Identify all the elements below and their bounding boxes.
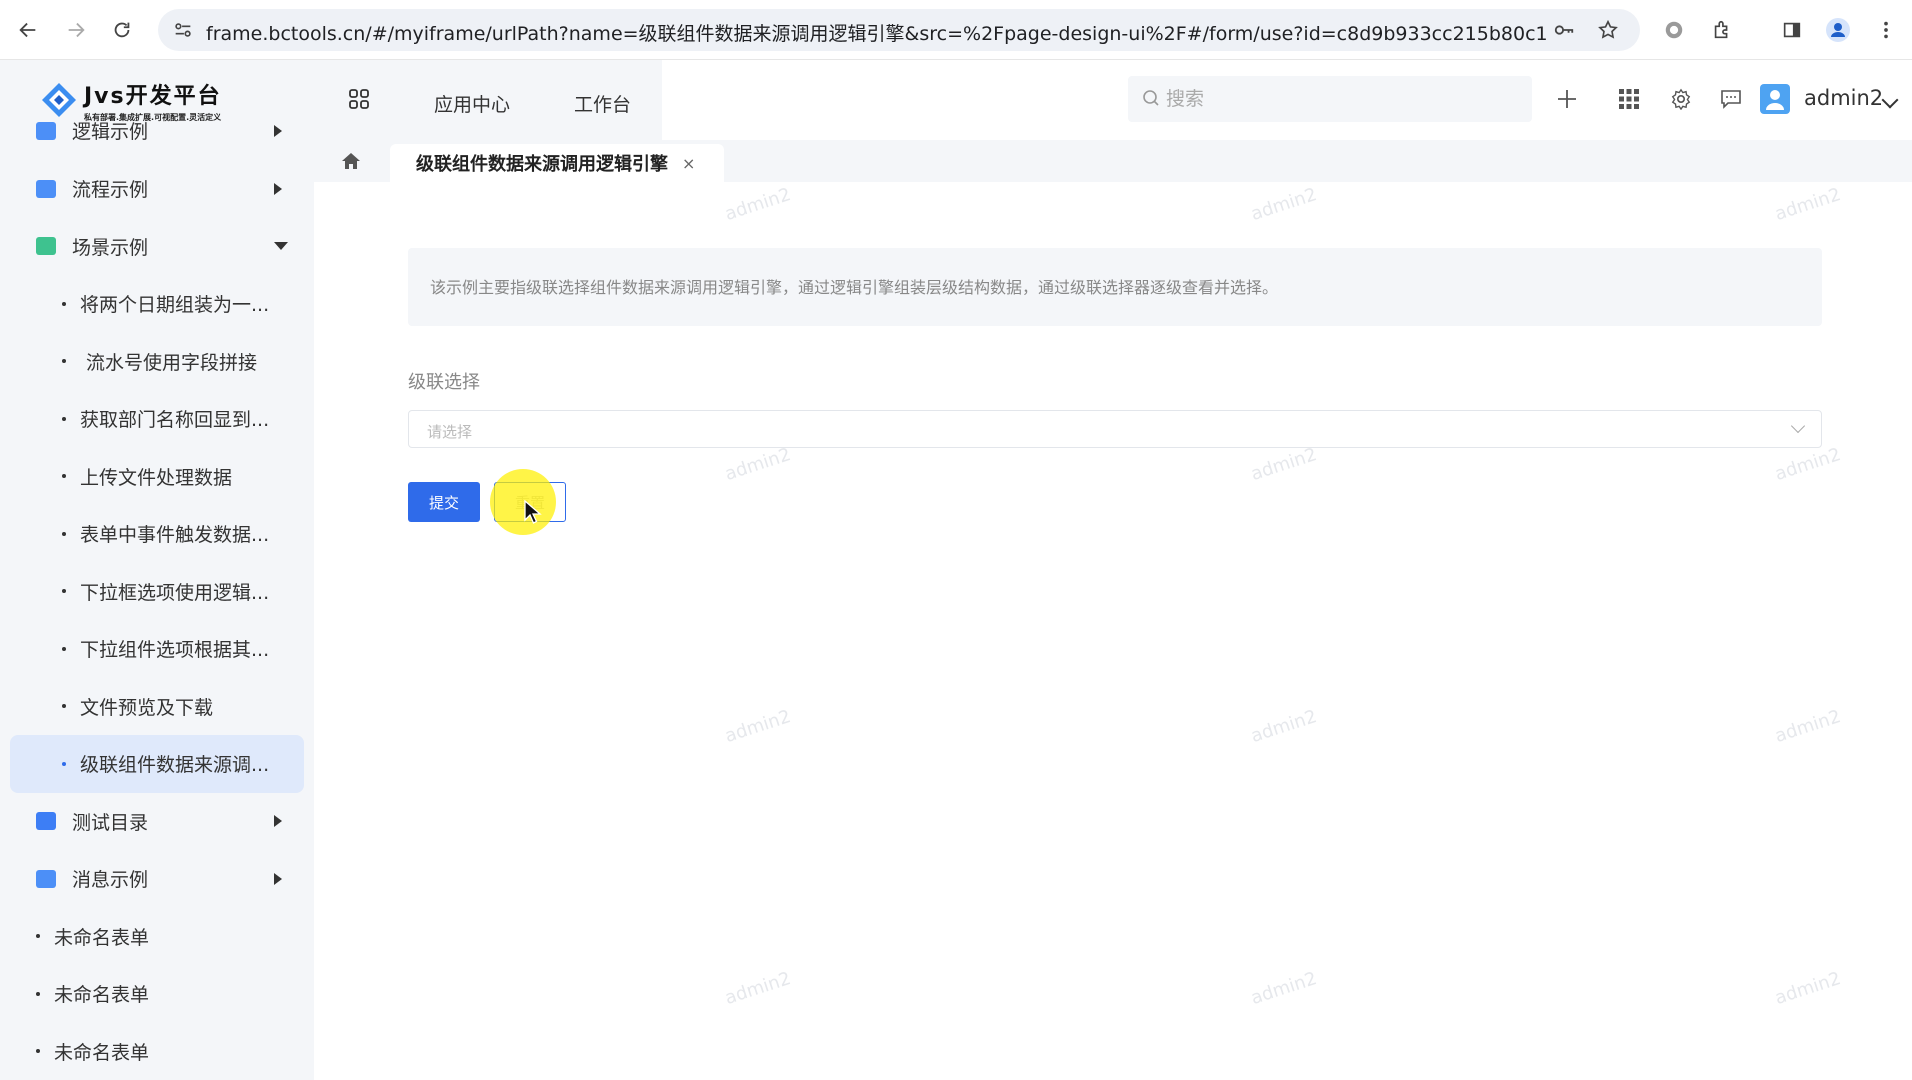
sidebar-subitem[interactable]: 下拉框选项使用逻辑... — [0, 563, 314, 621]
back-arrow-icon[interactable] — [12, 14, 44, 46]
watermark: admin2 — [722, 968, 794, 1009]
url-text: frame.bctools.cn/#/myiframe/urlPath?name… — [206, 23, 1546, 45]
record-icon[interactable] — [1658, 14, 1690, 46]
nav-app-center[interactable]: 应用中心 — [434, 90, 510, 117]
sidebar-subitem[interactable]: 表单中事件触发数据... — [0, 505, 314, 563]
sidebar-item-process-examples[interactable]: 流程示例 — [0, 160, 314, 218]
home-icon — [342, 153, 360, 169]
chevron-down-icon[interactable] — [1881, 91, 1899, 109]
chevron-down-icon — [1790, 418, 1806, 434]
reload-icon[interactable] — [106, 14, 138, 46]
sidebar-root-item[interactable]: 未命名表单 — [0, 908, 314, 966]
folder-icon — [36, 179, 56, 198]
folder-icon — [36, 869, 56, 888]
click-highlight — [490, 469, 556, 535]
extensions-icon[interactable] — [1706, 14, 1738, 46]
more-menu-icon[interactable] — [1870, 14, 1902, 46]
watermark: admin2 — [1772, 706, 1844, 747]
sidebar-subitem[interactable]: 文件预览及下载 — [0, 678, 314, 736]
cascade-select[interactable]: 请选择 — [408, 410, 1822, 448]
sidebar-subitem[interactable]: 流水号使用字段拼接 — [0, 333, 314, 391]
description-box: 该示例主要指级联选择组件数据来源调用逻辑引擎，通过逻辑引擎组装层级结构数据，通过… — [408, 248, 1822, 326]
watermark: admin2 — [1772, 184, 1844, 225]
watermark: admin2 — [1248, 444, 1320, 485]
sidebar-root-item[interactable]: 未命名表单 — [0, 965, 314, 1023]
sidebar-subitem[interactable]: 将两个日期组装为一... — [0, 275, 314, 333]
caret-right-icon — [274, 815, 282, 828]
folder-icon — [36, 121, 56, 140]
watermark: admin2 — [1772, 444, 1844, 485]
caret-right-icon — [274, 182, 282, 195]
list-icon — [36, 812, 56, 831]
search-input[interactable] — [1166, 76, 1516, 122]
profile-icon[interactable] — [1822, 14, 1854, 46]
settings-gear-icon[interactable] — [1668, 86, 1694, 112]
search-box[interactable] — [1128, 76, 1532, 122]
logo: Jvs开发平台 私有部署.集成扩展.可视配置.灵活定义 — [40, 78, 242, 122]
add-icon[interactable] — [1554, 86, 1580, 112]
sidebar-item-test-directory[interactable]: 测试目录 — [0, 793, 314, 851]
close-icon[interactable]: × — [682, 154, 695, 173]
caret-right-icon — [274, 872, 282, 885]
avatar[interactable] — [1760, 84, 1790, 114]
browser-toolbar: frame.bctools.cn/#/myiframe/urlPath?name… — [0, 0, 1912, 60]
side-panel-icon[interactable] — [1776, 14, 1808, 46]
site-settings-icon[interactable] — [172, 19, 194, 41]
description-text: 该示例主要指级联选择组件数据来源调用逻辑引擎，通过逻辑引擎组装层级结构数据，通过… — [430, 278, 1279, 297]
sidebar-item-scenario-examples[interactable]: 场景示例 — [0, 218, 314, 276]
main-content: admin2 admin2 admin2 admin2 admin2 admin… — [314, 182, 1912, 1080]
logo-subtitle: 私有部署.集成扩展.可视配置.灵活定义 — [84, 112, 222, 122]
sidebar: 逻辑示例 Jvs开发平台 私有部署.集成扩展.可视配置.灵活定义 流程示例 场景… — [0, 60, 314, 1080]
sidebar-partial-item[interactable]: 逻辑示例 — [0, 120, 314, 160]
watermark: admin2 — [722, 444, 794, 485]
watermark: admin2 — [1772, 968, 1844, 1009]
watermark: admin2 — [1248, 968, 1320, 1009]
sidebar-subitem[interactable]: 上传文件处理数据 — [0, 448, 314, 506]
app-grid-icon[interactable] — [348, 88, 370, 110]
watermark: admin2 — [1248, 706, 1320, 747]
key-icon[interactable] — [1552, 18, 1576, 42]
doc-icon — [36, 237, 56, 256]
logo-icon — [42, 83, 76, 117]
submit-button[interactable]: 提交 — [408, 482, 480, 522]
forward-arrow-icon[interactable] — [60, 14, 92, 46]
mouse-cursor-icon — [524, 499, 542, 526]
user-name[interactable]: admin2 — [1804, 86, 1883, 110]
sidebar-subitem[interactable]: 获取部门名称回显到... — [0, 390, 314, 448]
watermark: admin2 — [1248, 184, 1320, 225]
caret-down-icon — [274, 242, 288, 251]
tab-active-page[interactable]: 级联组件数据来源调用逻辑引擎 × — [390, 144, 724, 182]
select-placeholder: 请选择 — [427, 423, 473, 441]
top-header: 应用中心 工作台 admin2 — [314, 60, 1912, 140]
bookmark-star-icon[interactable] — [1596, 18, 1620, 42]
sidebar-root-item[interactable]: 未命名表单 — [0, 1023, 314, 1080]
sidebar-subitem-active[interactable]: 级联组件数据来源调... — [10, 735, 304, 793]
tab-strip: 级联组件数据来源调用逻辑引擎 × — [314, 140, 1912, 182]
apps-icon[interactable] — [1616, 86, 1642, 112]
nav-workbench[interactable]: 工作台 — [574, 90, 631, 117]
sidebar-subitem[interactable]: 下拉组件选项根据其... — [0, 620, 314, 678]
home-tab[interactable] — [314, 140, 388, 182]
cascade-field-label: 级联选择 — [408, 372, 480, 393]
search-icon — [1142, 89, 1160, 107]
watermark: admin2 — [722, 706, 794, 747]
caret-right-icon — [274, 124, 282, 137]
logo-title: Jvs开发平台 — [84, 83, 222, 109]
sidebar-item-message-examples[interactable]: 消息示例 — [0, 850, 314, 908]
watermark: admin2 — [722, 184, 794, 225]
message-icon[interactable] — [1718, 86, 1744, 112]
sidebar-menu: 流程示例 场景示例 将两个日期组装为一... 流水号使用字段拼接 获取部门名称回… — [0, 160, 314, 1080]
address-bar[interactable]: frame.bctools.cn/#/myiframe/urlPath?name… — [158, 9, 1640, 51]
